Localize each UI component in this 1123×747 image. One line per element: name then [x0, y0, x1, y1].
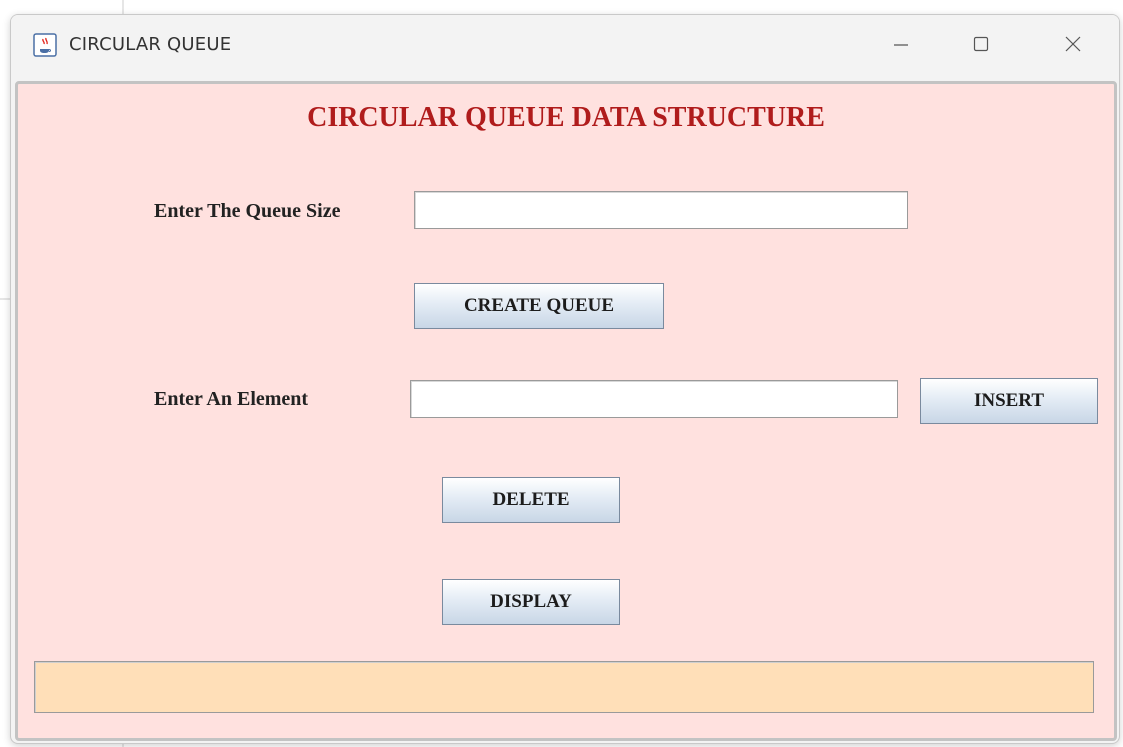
close-icon [1064, 35, 1082, 58]
element-input[interactable] [410, 380, 898, 418]
create-queue-button[interactable]: CREATE QUEUE [414, 283, 664, 329]
minimize-icon [892, 35, 910, 58]
insert-button[interactable]: INSERT [920, 378, 1098, 424]
window-title: CIRCULAR QUEUE [69, 34, 232, 55]
java-cup-icon [33, 33, 57, 57]
queue-size-label: Enter The Queue Size [154, 200, 341, 222]
delete-button[interactable]: DELETE [442, 477, 620, 523]
background-divider [122, 0, 124, 14]
element-label: Enter An Element [154, 388, 309, 410]
app-window: CIRCULAR QUEUE CIRCULAR QUEUE DATA STRUC… [10, 14, 1120, 744]
minimize-button[interactable] [855, 15, 947, 77]
queue-size-input[interactable] [414, 191, 908, 229]
maximize-button[interactable] [935, 15, 1027, 77]
queue-panel: CIRCULAR QUEUE DATA STRUCTURE Enter The … [15, 81, 1117, 741]
status-output-field [34, 661, 1094, 713]
close-button[interactable] [1027, 15, 1119, 77]
background-divider [0, 298, 10, 300]
maximize-icon [972, 35, 990, 58]
display-button[interactable]: DISPLAY [442, 579, 620, 625]
title-bar[interactable]: CIRCULAR QUEUE [11, 15, 1119, 77]
page-title: CIRCULAR QUEUE DATA STRUCTURE [307, 102, 825, 133]
desktop-background: CIRCULAR QUEUE CIRCULAR QUEUE DATA STRUC… [0, 0, 1123, 747]
